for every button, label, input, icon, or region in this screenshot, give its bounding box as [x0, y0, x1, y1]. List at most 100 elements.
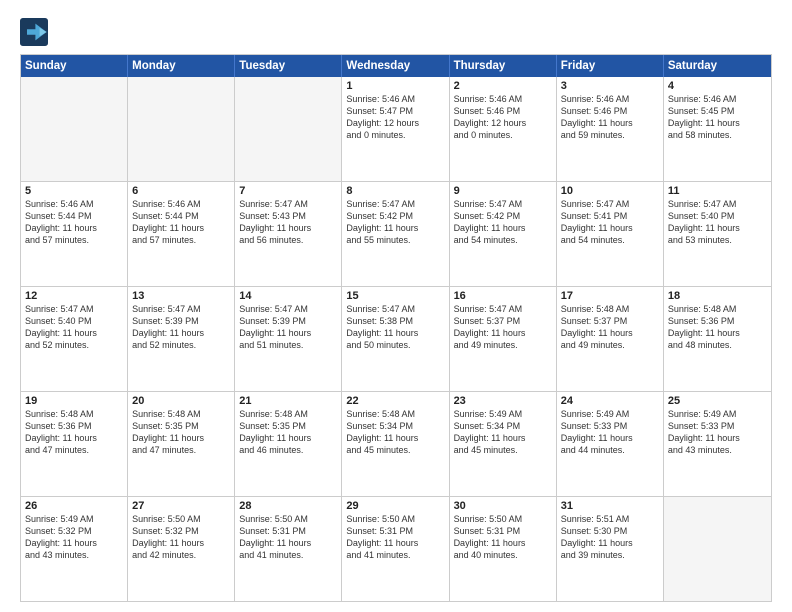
week-row-1: 1Sunrise: 5:46 AM Sunset: 5:47 PM Daylig… [21, 77, 771, 181]
empty-cell [128, 77, 235, 181]
day-number: 19 [25, 395, 123, 407]
day-number: 6 [132, 185, 230, 197]
cell-info: Sunrise: 5:46 AM Sunset: 5:46 PM Dayligh… [561, 93, 659, 142]
day-cell-31: 31Sunrise: 5:51 AM Sunset: 5:30 PM Dayli… [557, 497, 664, 601]
day-number: 30 [454, 500, 552, 512]
cell-info: Sunrise: 5:47 AM Sunset: 5:37 PM Dayligh… [454, 303, 552, 352]
day-cell-8: 8Sunrise: 5:47 AM Sunset: 5:42 PM Daylig… [342, 182, 449, 286]
cell-info: Sunrise: 5:51 AM Sunset: 5:30 PM Dayligh… [561, 513, 659, 562]
header-day-wednesday: Wednesday [342, 55, 449, 77]
cell-info: Sunrise: 5:48 AM Sunset: 5:34 PM Dayligh… [346, 408, 444, 457]
day-number: 16 [454, 290, 552, 302]
cell-info: Sunrise: 5:50 AM Sunset: 5:31 PM Dayligh… [454, 513, 552, 562]
cell-info: Sunrise: 5:47 AM Sunset: 5:42 PM Dayligh… [454, 198, 552, 247]
day-number: 20 [132, 395, 230, 407]
day-number: 21 [239, 395, 337, 407]
day-cell-13: 13Sunrise: 5:47 AM Sunset: 5:39 PM Dayli… [128, 287, 235, 391]
logo [20, 18, 52, 46]
day-cell-3: 3Sunrise: 5:46 AM Sunset: 5:46 PM Daylig… [557, 77, 664, 181]
empty-cell [235, 77, 342, 181]
day-number: 8 [346, 185, 444, 197]
header-day-tuesday: Tuesday [235, 55, 342, 77]
day-cell-25: 25Sunrise: 5:49 AM Sunset: 5:33 PM Dayli… [664, 392, 771, 496]
day-cell-29: 29Sunrise: 5:50 AM Sunset: 5:31 PM Dayli… [342, 497, 449, 601]
cell-info: Sunrise: 5:49 AM Sunset: 5:33 PM Dayligh… [668, 408, 767, 457]
day-cell-16: 16Sunrise: 5:47 AM Sunset: 5:37 PM Dayli… [450, 287, 557, 391]
calendar-body: 1Sunrise: 5:46 AM Sunset: 5:47 PM Daylig… [21, 77, 771, 601]
cell-info: Sunrise: 5:48 AM Sunset: 5:37 PM Dayligh… [561, 303, 659, 352]
day-number: 27 [132, 500, 230, 512]
day-cell-26: 26Sunrise: 5:49 AM Sunset: 5:32 PM Dayli… [21, 497, 128, 601]
cell-info: Sunrise: 5:47 AM Sunset: 5:38 PM Dayligh… [346, 303, 444, 352]
day-cell-10: 10Sunrise: 5:47 AM Sunset: 5:41 PM Dayli… [557, 182, 664, 286]
day-cell-28: 28Sunrise: 5:50 AM Sunset: 5:31 PM Dayli… [235, 497, 342, 601]
day-cell-17: 17Sunrise: 5:48 AM Sunset: 5:37 PM Dayli… [557, 287, 664, 391]
day-cell-30: 30Sunrise: 5:50 AM Sunset: 5:31 PM Dayli… [450, 497, 557, 601]
day-cell-19: 19Sunrise: 5:48 AM Sunset: 5:36 PM Dayli… [21, 392, 128, 496]
day-cell-12: 12Sunrise: 5:47 AM Sunset: 5:40 PM Dayli… [21, 287, 128, 391]
day-number: 5 [25, 185, 123, 197]
week-row-2: 5Sunrise: 5:46 AM Sunset: 5:44 PM Daylig… [21, 181, 771, 286]
cell-info: Sunrise: 5:50 AM Sunset: 5:31 PM Dayligh… [239, 513, 337, 562]
header-day-sunday: Sunday [21, 55, 128, 77]
header-day-monday: Monday [128, 55, 235, 77]
day-cell-6: 6Sunrise: 5:46 AM Sunset: 5:44 PM Daylig… [128, 182, 235, 286]
cell-info: Sunrise: 5:47 AM Sunset: 5:40 PM Dayligh… [25, 303, 123, 352]
day-number: 7 [239, 185, 337, 197]
cell-info: Sunrise: 5:48 AM Sunset: 5:36 PM Dayligh… [668, 303, 767, 352]
page: SundayMondayTuesdayWednesdayThursdayFrid… [0, 0, 792, 612]
day-number: 23 [454, 395, 552, 407]
day-cell-21: 21Sunrise: 5:48 AM Sunset: 5:35 PM Dayli… [235, 392, 342, 496]
day-number: 17 [561, 290, 659, 302]
day-cell-4: 4Sunrise: 5:46 AM Sunset: 5:45 PM Daylig… [664, 77, 771, 181]
day-number: 26 [25, 500, 123, 512]
day-number: 10 [561, 185, 659, 197]
day-number: 15 [346, 290, 444, 302]
header-day-thursday: Thursday [450, 55, 557, 77]
cell-info: Sunrise: 5:48 AM Sunset: 5:35 PM Dayligh… [132, 408, 230, 457]
day-number: 11 [668, 185, 767, 197]
day-cell-15: 15Sunrise: 5:47 AM Sunset: 5:38 PM Dayli… [342, 287, 449, 391]
day-cell-20: 20Sunrise: 5:48 AM Sunset: 5:35 PM Dayli… [128, 392, 235, 496]
cell-info: Sunrise: 5:46 AM Sunset: 5:44 PM Dayligh… [25, 198, 123, 247]
header-day-friday: Friday [557, 55, 664, 77]
day-cell-23: 23Sunrise: 5:49 AM Sunset: 5:34 PM Dayli… [450, 392, 557, 496]
cell-info: Sunrise: 5:49 AM Sunset: 5:32 PM Dayligh… [25, 513, 123, 562]
day-cell-9: 9Sunrise: 5:47 AM Sunset: 5:42 PM Daylig… [450, 182, 557, 286]
week-row-3: 12Sunrise: 5:47 AM Sunset: 5:40 PM Dayli… [21, 286, 771, 391]
day-cell-7: 7Sunrise: 5:47 AM Sunset: 5:43 PM Daylig… [235, 182, 342, 286]
cell-info: Sunrise: 5:48 AM Sunset: 5:36 PM Dayligh… [25, 408, 123, 457]
day-cell-27: 27Sunrise: 5:50 AM Sunset: 5:32 PM Dayli… [128, 497, 235, 601]
cell-info: Sunrise: 5:47 AM Sunset: 5:39 PM Dayligh… [132, 303, 230, 352]
cell-info: Sunrise: 5:46 AM Sunset: 5:47 PM Dayligh… [346, 93, 444, 142]
day-number: 31 [561, 500, 659, 512]
day-number: 13 [132, 290, 230, 302]
day-number: 1 [346, 80, 444, 92]
header-day-saturday: Saturday [664, 55, 771, 77]
cell-info: Sunrise: 5:47 AM Sunset: 5:40 PM Dayligh… [668, 198, 767, 247]
logo-icon [20, 18, 48, 46]
calendar-header: SundayMondayTuesdayWednesdayThursdayFrid… [21, 55, 771, 77]
cell-info: Sunrise: 5:47 AM Sunset: 5:41 PM Dayligh… [561, 198, 659, 247]
cell-info: Sunrise: 5:49 AM Sunset: 5:33 PM Dayligh… [561, 408, 659, 457]
day-number: 24 [561, 395, 659, 407]
day-cell-18: 18Sunrise: 5:48 AM Sunset: 5:36 PM Dayli… [664, 287, 771, 391]
cell-info: Sunrise: 5:50 AM Sunset: 5:31 PM Dayligh… [346, 513, 444, 562]
cell-info: Sunrise: 5:48 AM Sunset: 5:35 PM Dayligh… [239, 408, 337, 457]
day-cell-22: 22Sunrise: 5:48 AM Sunset: 5:34 PM Dayli… [342, 392, 449, 496]
cell-info: Sunrise: 5:47 AM Sunset: 5:39 PM Dayligh… [239, 303, 337, 352]
day-number: 22 [346, 395, 444, 407]
day-number: 2 [454, 80, 552, 92]
day-cell-11: 11Sunrise: 5:47 AM Sunset: 5:40 PM Dayli… [664, 182, 771, 286]
cell-info: Sunrise: 5:46 AM Sunset: 5:45 PM Dayligh… [668, 93, 767, 142]
cell-info: Sunrise: 5:50 AM Sunset: 5:32 PM Dayligh… [132, 513, 230, 562]
empty-cell [21, 77, 128, 181]
cell-info: Sunrise: 5:47 AM Sunset: 5:43 PM Dayligh… [239, 198, 337, 247]
day-number: 28 [239, 500, 337, 512]
day-number: 14 [239, 290, 337, 302]
cell-info: Sunrise: 5:47 AM Sunset: 5:42 PM Dayligh… [346, 198, 444, 247]
calendar: SundayMondayTuesdayWednesdayThursdayFrid… [20, 54, 772, 602]
week-row-5: 26Sunrise: 5:49 AM Sunset: 5:32 PM Dayli… [21, 496, 771, 601]
day-cell-14: 14Sunrise: 5:47 AM Sunset: 5:39 PM Dayli… [235, 287, 342, 391]
day-cell-5: 5Sunrise: 5:46 AM Sunset: 5:44 PM Daylig… [21, 182, 128, 286]
